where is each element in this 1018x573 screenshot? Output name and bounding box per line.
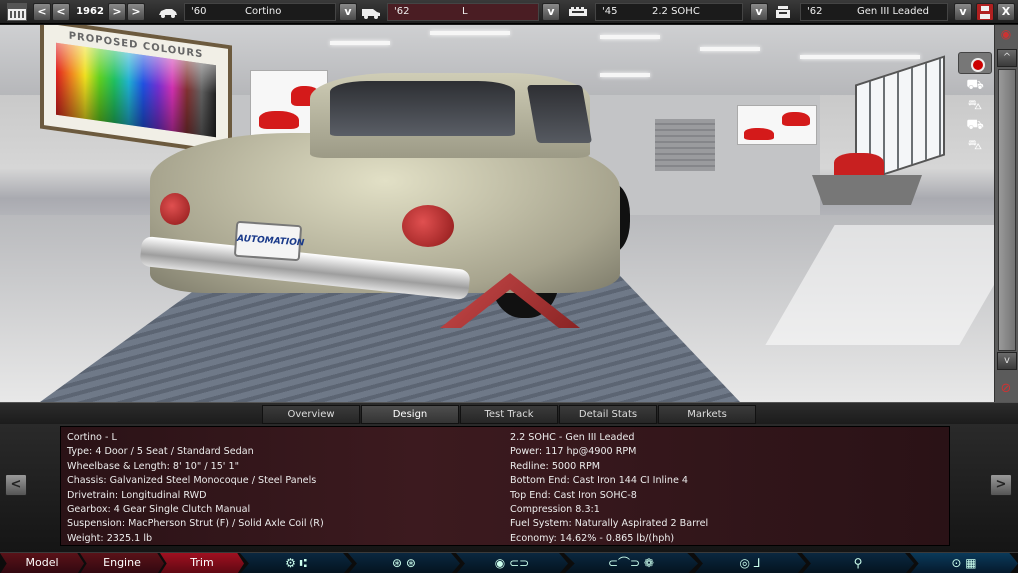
view-scrollbar[interactable]: ^ v xyxy=(994,25,1018,402)
engine-redline: Redline: 5000 RPM xyxy=(510,460,601,472)
close-button[interactable]: X xyxy=(997,3,1015,21)
engine-power: Power: 117 hp@4900 RPM xyxy=(510,446,637,458)
ceiling-light xyxy=(600,35,660,39)
engine-icon xyxy=(569,7,587,16)
bottom-navigation: Model Engine Trim ⚙ ⑆ ⊛ ⊛ ◉ ⊂⊃ ⊂⌒⊃ ❁ ◎ ⅃… xyxy=(0,552,1018,573)
design-summary-box: Cortino - L Type: 4 Door / 5 Seat / Stan… xyxy=(60,426,950,546)
car-model-icon xyxy=(159,9,177,18)
tab-markets[interactable]: Markets xyxy=(658,405,756,424)
model-selector[interactable]: '60 Cortino xyxy=(184,3,336,21)
year-next-next-button[interactable]: > xyxy=(127,3,145,21)
no-view-icon[interactable]: ⊘ xyxy=(996,381,1016,399)
tab-test-track[interactable]: Test Track xyxy=(460,405,558,424)
nav-interior-icon[interactable]: ◎ ⅃ xyxy=(694,553,806,573)
car-side-window xyxy=(526,85,593,143)
year-prev-prev-button[interactable]: < xyxy=(33,3,51,21)
nav-gearbox-icon[interactable]: ⚙ ⑆ xyxy=(240,553,352,573)
nav-body-aero-icon[interactable]: ⊂⌒⊃ ❁ xyxy=(564,553,698,573)
design-sketch xyxy=(737,105,817,145)
engine-bottom-end: Bottom End: Cast Iron 144 CI Inline 4 xyxy=(510,475,689,487)
nav-suspension-icon[interactable]: ◉ ⊂⊃ xyxy=(456,553,568,573)
engine-fuel-system: Fuel System: Naturally Aspirated 2 Barre… xyxy=(510,518,709,530)
nav-wheels-icon[interactable]: ⊛ ⊛ xyxy=(348,553,460,573)
car-drivetrain: Drivetrain: Longitudinal RWD xyxy=(67,489,207,501)
top-toolbar: < < 1962 > > '60 Cortino v '62 L v '45 2… xyxy=(0,0,1018,24)
fuel-pump-icon xyxy=(776,6,790,18)
garage-door xyxy=(655,119,715,171)
car-taillight xyxy=(160,193,190,225)
trim-name: L xyxy=(462,6,468,17)
trim-van-icon xyxy=(362,9,380,19)
car-model-render: AUTOMATION xyxy=(139,73,630,333)
license-plate: AUTOMATION xyxy=(233,220,305,262)
nav-trim[interactable]: Trim xyxy=(160,553,244,573)
tab-overview[interactable]: Overview xyxy=(262,405,360,424)
model-year: '60 xyxy=(191,6,207,17)
eye-icon[interactable]: ◉ xyxy=(996,27,1016,43)
car-type: Type: 4 Door / 5 Seat / Standard Sedan xyxy=(67,446,254,458)
side-view-icon[interactable]: ⛍ xyxy=(961,97,989,113)
engine-name: 2.2 SOHC xyxy=(652,6,700,17)
fuel-year: '62 xyxy=(807,6,823,17)
scroll-down-button[interactable]: v xyxy=(997,352,1017,370)
year-display: 1962 xyxy=(76,6,104,17)
year-next-button[interactable]: > xyxy=(108,3,126,21)
save-icon[interactable] xyxy=(976,3,994,21)
trim-year: '62 xyxy=(394,6,410,17)
nav-safety-icon[interactable]: ⚲ xyxy=(802,553,914,573)
engine-dropdown-button[interactable]: v xyxy=(750,3,768,21)
fuel-selector[interactable]: '62 Gen III Leaded xyxy=(800,3,948,21)
engine-selector[interactable]: '45 2.2 SOHC xyxy=(595,3,743,21)
car-summary-column: Cortino - L Type: 4 Door / 5 Seat / Stan… xyxy=(67,431,497,546)
info-next-button[interactable]: > xyxy=(990,474,1012,496)
ceiling-light xyxy=(430,31,510,35)
ceiling-light xyxy=(700,47,760,51)
camera-icon[interactable] xyxy=(958,52,992,74)
car-rear-window xyxy=(330,81,515,136)
ceiling-light xyxy=(330,41,390,45)
scroll-up-button[interactable]: ^ xyxy=(997,49,1017,67)
info-tabs: Overview Design Test Track Detail Stats … xyxy=(0,402,1018,424)
car-wheelbase-length: Wheelbase & Length: 8' 10" / 15' 1" xyxy=(67,460,240,472)
info-panel: < Cortino - L Type: 4 Door / 5 Seat / St… xyxy=(0,424,1018,552)
trim-selector[interactable]: '62 L xyxy=(387,3,539,21)
rear-view-icon[interactable]: ⛟ xyxy=(961,117,989,133)
car-taillight xyxy=(402,205,454,247)
car-3d-viewport[interactable]: PROPOSED COLOURS AUTOMATION ⛟ ⛍ ⛟ ⛍ xyxy=(0,25,994,402)
engine-title: 2.2 SOHC - Gen III Leaded xyxy=(510,432,635,443)
scroll-thumb[interactable] xyxy=(998,69,1016,351)
trim-dropdown-button[interactable]: v xyxy=(542,3,560,21)
front-view-icon[interactable]: ⛟ xyxy=(961,77,989,93)
ceiling-light xyxy=(800,55,920,59)
fuel-dropdown-button[interactable]: v xyxy=(954,3,972,21)
nav-engine[interactable]: Engine xyxy=(80,553,164,573)
engine-top-end: Top End: Cast Iron SOHC-8 xyxy=(510,489,637,501)
fuel-name: Gen III Leaded xyxy=(857,6,929,17)
camera-view-controls: ⛟ ⛍ ⛟ ⛍ xyxy=(956,52,994,157)
workbench xyxy=(812,175,922,205)
car-mockup xyxy=(834,153,884,177)
tab-detail-stats[interactable]: Detail Stats xyxy=(559,405,657,424)
car-gearbox: Gearbox: 4 Gear Single Clutch Manual xyxy=(67,503,251,515)
engine-year: '45 xyxy=(602,6,618,17)
info-prev-button[interactable]: < xyxy=(5,474,27,496)
engine-economy: Economy: 14.62% - 0.865 lb/(hph) xyxy=(510,532,675,544)
car-chassis: Chassis: Galvanized Steel Monocoque / St… xyxy=(67,475,317,487)
calendar-icon[interactable] xyxy=(7,3,27,21)
car-title: Cortino - L xyxy=(67,432,117,443)
engine-summary-column: 2.2 SOHC - Gen III Leaded Power: 117 hp@… xyxy=(510,431,940,546)
year-prev-button[interactable]: < xyxy=(52,3,70,21)
car-weight: Weight: 2325.1 lb xyxy=(67,532,153,544)
engine-compression: Compression 8.3:1 xyxy=(510,503,600,515)
car-suspension: Suspension: MacPherson Strut (F) / Solid… xyxy=(67,518,324,530)
nav-test-drive-icon[interactable]: ⊙ ▦ xyxy=(910,553,1018,573)
nav-model[interactable]: Model xyxy=(0,553,84,573)
angle-view-icon[interactable]: ⛍ xyxy=(961,137,989,153)
tab-design[interactable]: Design xyxy=(361,405,459,424)
model-name: Cortino xyxy=(245,6,282,17)
model-dropdown-button[interactable]: v xyxy=(339,3,357,21)
